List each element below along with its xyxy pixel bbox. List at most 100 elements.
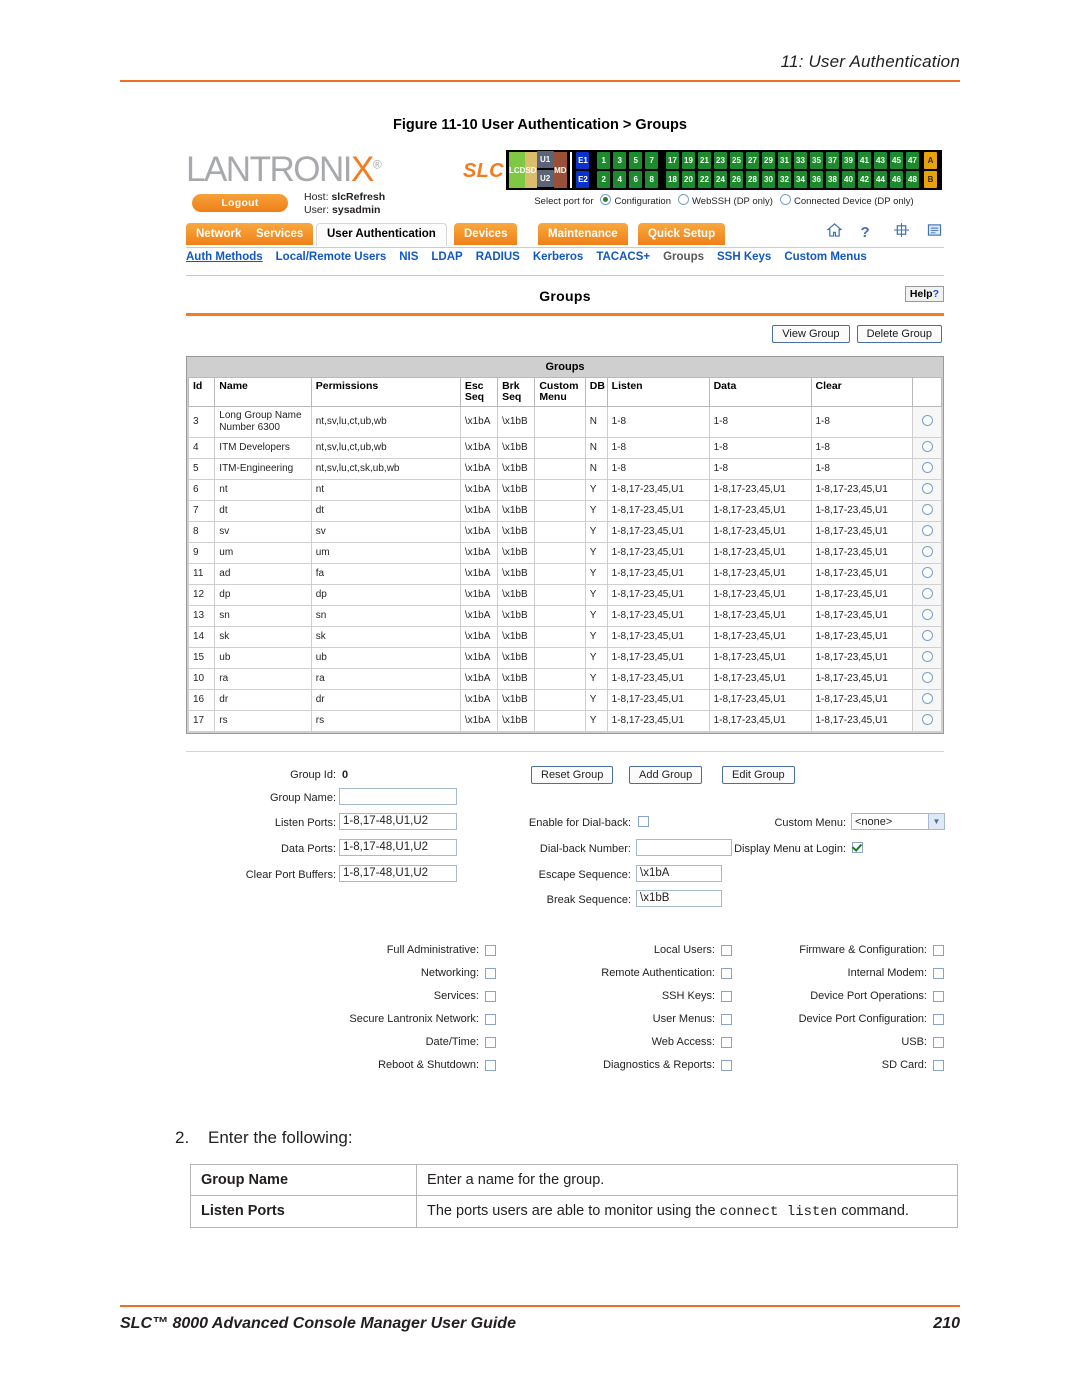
table-row[interactable]: 17 rs rs \x1bA \x1bB Y 1-8,17-23,45,U1 1-8,17-2…	[187, 709, 942, 732]
device-port-17[interactable]: 17	[666, 152, 679, 169]
help-icon[interactable]: ?	[860, 224, 875, 241]
delete-group-button[interactable]: Delete Group	[856, 324, 942, 343]
tab-quick-setup[interactable]: Quick Setup	[638, 223, 726, 245]
permission-checkbox-ssh-keys[interactable]	[721, 990, 732, 1002]
row-select-radio[interactable]	[921, 440, 933, 452]
cell-select[interactable]	[912, 478, 942, 501]
data-ports-input[interactable]	[339, 838, 457, 856]
subnav-custom-menus[interactable]: Custom Menus	[784, 251, 866, 263]
device-port-47[interactable]: 47	[906, 152, 919, 169]
chevron-down-icon[interactable]: ▼	[928, 813, 944, 829]
row-select-radio[interactable]	[921, 650, 933, 662]
permission-checkbox-local-users[interactable]	[721, 944, 732, 956]
permission-checkbox-usb[interactable]	[933, 1036, 944, 1048]
device-port-26[interactable]: 26	[730, 171, 743, 188]
edit-group-button[interactable]: Edit Group	[722, 765, 795, 784]
permission-checkbox-user-menus[interactable]	[721, 1013, 732, 1025]
table-row[interactable]: 12 dp dp \x1bA \x1bB Y 1-8,17-23,45,U1 1-8,17-2…	[187, 583, 942, 606]
device-port-2[interactable]: 2	[597, 171, 611, 188]
permission-checkbox-services[interactable]	[485, 990, 496, 1002]
device-port-39[interactable]: 39	[842, 152, 855, 169]
device-port-20[interactable]: 20	[682, 171, 695, 188]
device-port-1[interactable]: 1	[597, 152, 611, 169]
expand-icon[interactable]	[893, 223, 909, 241]
table-row[interactable]: 4 ITM Developers nt,sv,lu,ct,ub,wb \x1bA \x1…	[187, 436, 942, 459]
table-row[interactable]: 15 ub ub \x1bA \x1bB Y 1-8,17-23,45,U1 1-8,17-2…	[187, 646, 942, 669]
permission-checkbox-diagnostics-reports[interactable]	[721, 1059, 732, 1071]
device-port-3[interactable]: 3	[613, 152, 627, 169]
table-row[interactable]: 5 ITM-Engineering nt,sv,lu,ct,sk,ub,wb \x1b…	[187, 457, 942, 480]
table-row[interactable]: 11 ad fa \x1bA \x1bB Y 1-8,17-23,45,U1 1-8,17-2…	[187, 562, 942, 585]
device-port-19[interactable]: 19	[682, 152, 695, 169]
device-port-22[interactable]: 22	[698, 171, 711, 188]
permission-checkbox-web-access[interactable]	[721, 1036, 732, 1048]
device-port-44[interactable]: 44	[874, 171, 887, 188]
group-name-input[interactable]	[339, 787, 457, 805]
permission-checkbox-full-administrative[interactable]	[485, 944, 496, 956]
radio-connected-device-dp-only[interactable]	[779, 194, 791, 205]
modem-indicator[interactable]: MD	[553, 152, 568, 188]
device-port-21[interactable]: 21	[698, 152, 711, 169]
subnav-auth-methods[interactable]: Auth Methods	[186, 251, 263, 263]
permission-checkbox-device-port-operations[interactable]	[933, 990, 944, 1002]
tab-network[interactable]: Network	[186, 223, 252, 245]
port-tag-b[interactable]: B	[924, 171, 937, 188]
device-port-4[interactable]: 4	[613, 171, 627, 188]
cell-select[interactable]	[912, 499, 942, 522]
port-u2[interactable]: U2	[536, 170, 554, 187]
table-row[interactable]: 8 sv sv \x1bA \x1bB Y 1-8,17-23,45,U1 1-8,17-23…	[187, 520, 942, 543]
permission-checkbox-firmware-configuration[interactable]	[933, 944, 944, 956]
device-port-32[interactable]: 32	[778, 171, 791, 188]
add-group-button[interactable]: Add Group	[629, 765, 703, 784]
port-e2[interactable]: E2	[576, 171, 590, 188]
permission-checkbox-networking[interactable]	[485, 967, 496, 979]
lcd-indicator[interactable]: LCD	[509, 152, 526, 188]
sd-indicator[interactable]: SD	[525, 152, 537, 188]
device-port-8[interactable]: 8	[645, 171, 659, 188]
subnav-kerberos[interactable]: Kerberos	[533, 251, 584, 263]
permission-checkbox-remote-authentication[interactable]	[721, 967, 732, 979]
document-icon[interactable]	[927, 223, 942, 241]
port-tag-a[interactable]: A	[924, 152, 937, 169]
custom-menu-select[interactable]: <none> ▼	[851, 812, 945, 830]
row-select-radio[interactable]	[921, 587, 933, 599]
subnav-nis[interactable]: NIS	[399, 251, 418, 263]
device-port-48[interactable]: 48	[906, 171, 919, 188]
cell-select[interactable]	[912, 646, 942, 669]
table-row[interactable]: 10 ra ra \x1bA \x1bB Y 1-8,17-23,45,U1 1-8,17-2…	[187, 667, 942, 690]
cell-select[interactable]	[912, 604, 942, 627]
device-port-46[interactable]: 46	[890, 171, 903, 188]
row-select-radio[interactable]	[921, 608, 933, 620]
subnav-ssh-keys[interactable]: SSH Keys	[717, 251, 771, 263]
subnav-local-remote-users[interactable]: Local/Remote Users	[276, 251, 387, 263]
tab-devices[interactable]: Devices	[454, 223, 518, 245]
row-select-radio[interactable]	[921, 482, 933, 494]
listen-ports-input[interactable]	[339, 812, 457, 830]
port-e1[interactable]: E1	[576, 152, 590, 169]
cell-select[interactable]	[912, 405, 942, 438]
row-select-radio[interactable]	[921, 524, 933, 536]
enable-dialback-checkbox[interactable]	[638, 815, 649, 827]
device-port-27[interactable]: 27	[746, 152, 759, 169]
row-select-radio[interactable]	[921, 461, 933, 473]
row-select-radio[interactable]	[921, 566, 933, 578]
device-port-45[interactable]: 45	[890, 152, 903, 169]
table-row[interactable]: 3 Long Group Name Number 6300 nt,sv,lu,ct,…	[187, 405, 942, 438]
device-port-31[interactable]: 31	[778, 152, 791, 169]
table-row[interactable]: 9 um um \x1bA \x1bB Y 1-8,17-23,45,U1 1-8,17-23…	[187, 541, 942, 564]
permission-checkbox-device-port-configuration[interactable]	[933, 1013, 944, 1025]
escape-sequence-input[interactable]	[636, 864, 722, 882]
display-menu-checkbox[interactable]	[852, 841, 863, 853]
device-port-36[interactable]: 36	[810, 171, 823, 188]
permission-checkbox-sd-card[interactable]	[933, 1059, 944, 1071]
cell-select[interactable]	[912, 583, 942, 606]
device-port-30[interactable]: 30	[762, 171, 775, 188]
device-port-23[interactable]: 23	[714, 152, 727, 169]
clear-port-buffers-input[interactable]	[339, 864, 457, 882]
tab-maintenance[interactable]: Maintenance	[538, 223, 628, 245]
device-port-42[interactable]: 42	[858, 171, 871, 188]
cell-select[interactable]	[912, 667, 942, 690]
row-select-radio[interactable]	[921, 692, 933, 704]
table-row[interactable]: 13 sn sn \x1bA \x1bB Y 1-8,17-23,45,U1 1-8,17-2…	[187, 604, 942, 627]
cell-select[interactable]	[912, 520, 942, 543]
